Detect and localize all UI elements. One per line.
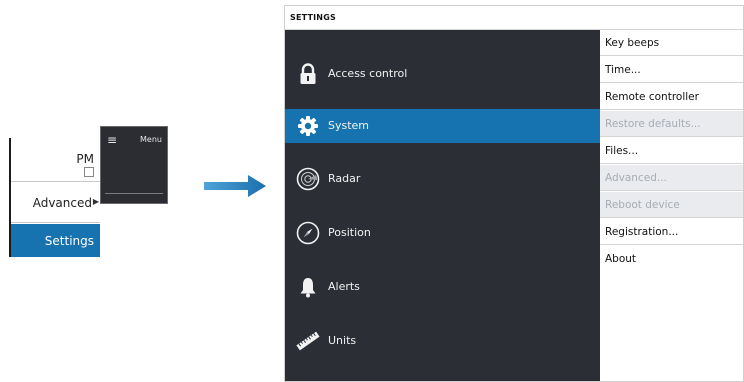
right-arrow-icon [204, 175, 266, 197]
category-radar[interactable]: Radar [285, 162, 600, 196]
menu-item-settings-label: Settings [44, 234, 94, 248]
option-label: Remote controller [605, 91, 699, 103]
category-access-control[interactable]: Access control [285, 57, 600, 91]
option-label: Files... [605, 145, 639, 157]
option-registration[interactable]: Registration... [600, 219, 743, 245]
option-label: Reboot device [605, 199, 680, 211]
option-remote-controller[interactable]: Remote controller [600, 84, 743, 110]
option-about[interactable]: About [600, 246, 743, 272]
option-label: Key beeps [605, 37, 660, 49]
settings-options-list: Key beeps Time... Remote controller Rest… [600, 30, 743, 381]
hamburger-icon: ≡ [107, 133, 118, 147]
settings-window: SETTINGS Access control System Radar Pos… [284, 5, 744, 382]
bell-icon [300, 278, 316, 298]
option-advanced: Advanced... [600, 165, 743, 191]
option-key-beeps[interactable]: Key beeps [600, 30, 743, 56]
category-label: Access control [328, 67, 408, 80]
ruler-icon [296, 331, 320, 351]
option-label: Advanced... [605, 172, 667, 184]
option-restore-defaults: Restore defaults... [600, 111, 743, 137]
menu-item-advanced[interactable]: Advanced ▶ [11, 183, 100, 223]
menu-label: Menu [140, 135, 162, 144]
menu-item-pm[interactable]: PM [11, 138, 100, 182]
category-label: Radar [328, 172, 361, 185]
radar-icon [296, 167, 320, 191]
category-label: System [328, 119, 370, 132]
submenu-arrow-icon: ▶ [92, 197, 99, 206]
category-label: Position [328, 226, 371, 239]
menu-item-pm-label: PM [76, 152, 94, 166]
category-label: Units [328, 334, 357, 347]
menu-item-advanced-label: Advanced [32, 196, 92, 210]
menu-button-panel[interactable]: ≡ Menu [100, 126, 168, 204]
option-time[interactable]: Time... [600, 57, 743, 83]
option-label: Time... [605, 64, 641, 76]
context-menu: PM Advanced ▶ Settings [9, 138, 100, 257]
menu-item-settings[interactable]: Settings [11, 224, 100, 257]
compass-icon [296, 221, 320, 245]
gear-icon [298, 116, 318, 136]
settings-category-list: Access control System Radar Position Ale… [285, 30, 600, 381]
category-units[interactable]: Units [285, 324, 600, 358]
option-reboot-device: Reboot device [600, 192, 743, 218]
pm-checkbox[interactable] [84, 167, 94, 177]
divider [105, 193, 163, 194]
option-files[interactable]: Files... [600, 138, 743, 164]
category-position[interactable]: Position [285, 216, 600, 250]
title-bar: SETTINGS [285, 6, 743, 30]
category-label: Alerts [328, 280, 360, 293]
category-system[interactable]: System [285, 109, 600, 143]
padlock-icon [300, 63, 316, 84]
page-title: SETTINGS [290, 13, 336, 22]
option-label: About [605, 253, 637, 265]
option-label: Restore defaults... [605, 118, 701, 130]
option-label: Registration... [605, 226, 679, 238]
category-alerts[interactable]: Alerts [285, 270, 600, 304]
